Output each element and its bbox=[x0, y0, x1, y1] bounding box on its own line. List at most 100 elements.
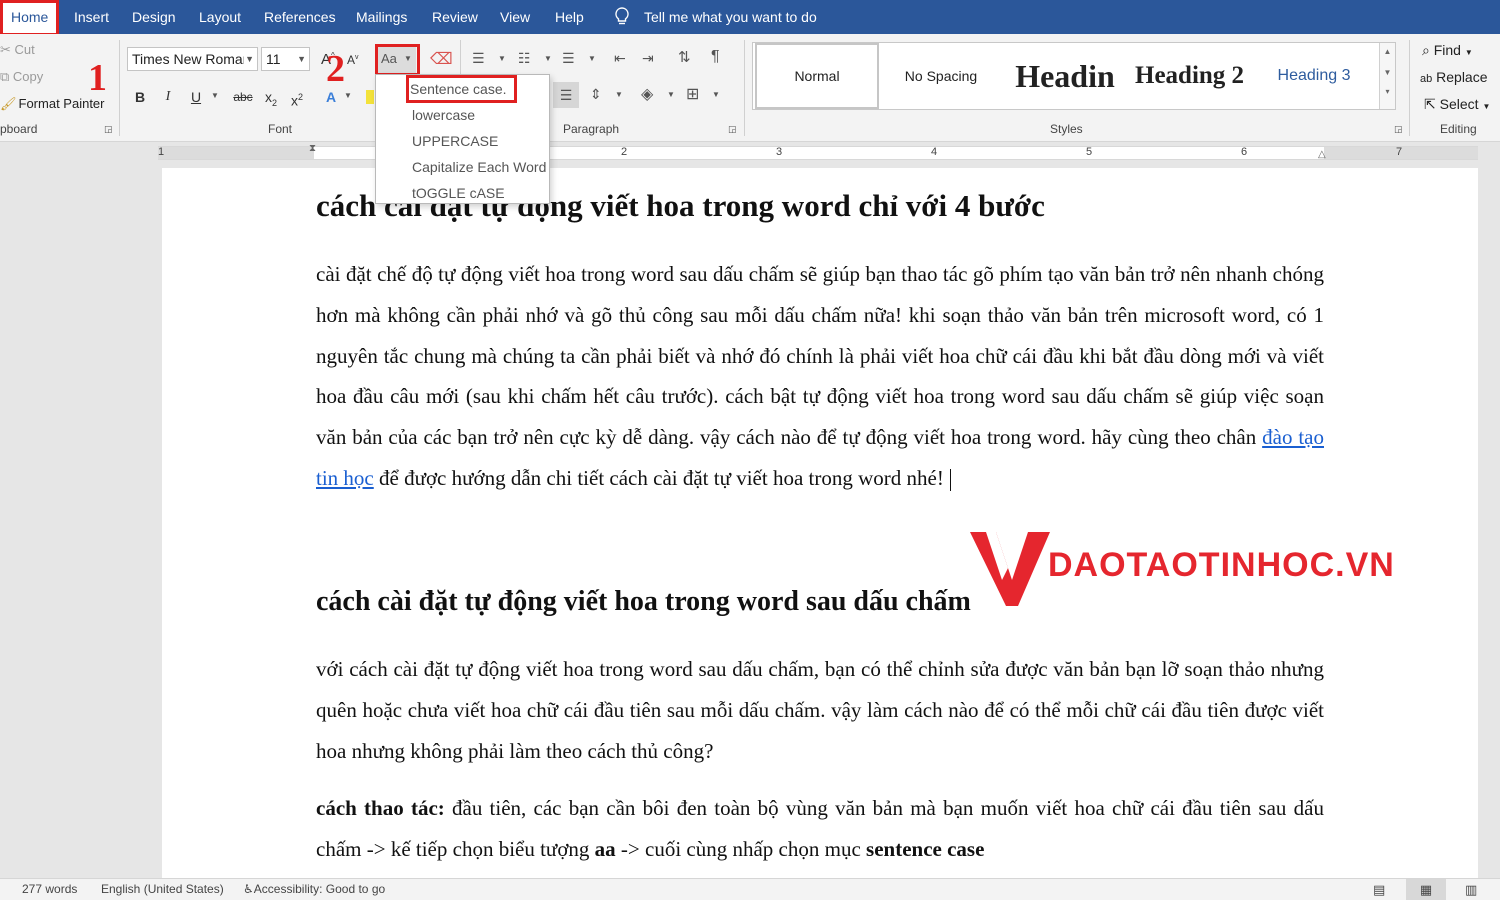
line-spacing-icon[interactable]: ⇕ bbox=[590, 86, 602, 103]
lightbulb-icon bbox=[615, 7, 629, 25]
chevron-down-icon: ▼ bbox=[1464, 48, 1473, 57]
heading-2: cách cài đặt tự động viết hoa trong word… bbox=[316, 586, 971, 617]
replace-icon: ab bbox=[1420, 73, 1433, 85]
subscript-icon[interactable]: x2 bbox=[260, 86, 282, 108]
word-count[interactable]: 277 words bbox=[22, 882, 77, 896]
menu-item-capitalize-each-word[interactable]: Capitalize Each Word bbox=[412, 159, 546, 175]
sort-icon[interactable]: ⇅ bbox=[678, 48, 691, 66]
tab-references[interactable]: References bbox=[264, 0, 336, 34]
chevron-down-icon[interactable]: ▼ bbox=[344, 91, 352, 100]
style-heading-3[interactable]: Heading 3 bbox=[1251, 43, 1377, 109]
paragraph-1: cài đặt chế độ tự động viết hoa trong wo… bbox=[316, 254, 1324, 499]
find-button[interactable]: ⌕ Find ▼ bbox=[1422, 42, 1473, 59]
divider bbox=[1409, 40, 1410, 136]
ruler-number: 4 bbox=[931, 146, 938, 158]
chevron-down-icon[interactable]: ▼ bbox=[615, 90, 623, 99]
read-mode-icon[interactable]: ▤ bbox=[1373, 882, 1385, 898]
annotation-number-1: 1 bbox=[88, 57, 107, 99]
ribbon: ✂ Cut ⧉ Copy 🖌 Format Painter pboard ◲ Ti… bbox=[0, 34, 1500, 142]
bold-text: sentence case bbox=[866, 836, 985, 861]
tab-design[interactable]: Design bbox=[132, 0, 176, 34]
borders-icon[interactable]: ⊞ bbox=[686, 84, 699, 104]
chevron-down-icon: ▼ bbox=[297, 54, 306, 64]
tab-insert[interactable]: Insert bbox=[74, 0, 109, 34]
increase-indent-icon[interactable]: ⇥ bbox=[642, 50, 654, 67]
chevron-down-icon[interactable]: ▼ bbox=[498, 54, 506, 63]
paragraph-text: -> cuối cùng nhấp chọn mục bbox=[615, 836, 867, 861]
ruler-number: 3 bbox=[776, 146, 783, 158]
font-size-value: 11 bbox=[266, 51, 281, 67]
chevron-down-icon[interactable]: ▼ bbox=[211, 91, 219, 100]
copy-button[interactable]: ⧉ Copy bbox=[0, 69, 43, 85]
font-size-combo[interactable]: 11 ▼ bbox=[261, 47, 310, 71]
web-layout-icon[interactable]: ▥ bbox=[1465, 882, 1477, 898]
copy-label: Copy bbox=[12, 69, 44, 84]
paragraph-2: với cách cài đặt tự động viết hoa trong … bbox=[316, 657, 1324, 763]
font-name-combo[interactable]: Times New Roman ▼ bbox=[127, 47, 258, 71]
menu-item-lowercase[interactable]: lowercase bbox=[412, 107, 475, 123]
tab-review[interactable]: Review bbox=[432, 0, 478, 34]
tab-view[interactable]: View bbox=[500, 0, 530, 34]
cut-button[interactable]: ✂ Cut bbox=[0, 42, 35, 58]
style-heading-2[interactable]: Heading 2 bbox=[1129, 43, 1247, 109]
status-bar: 277 words English (United States) ♿Acces… bbox=[0, 878, 1500, 900]
search-icon: ⌕ bbox=[1422, 42, 1430, 58]
accessibility-checker[interactable]: ♿Accessibility: Good to go bbox=[243, 882, 385, 896]
chevron-down-icon[interactable]: ▼ bbox=[667, 90, 675, 99]
chevron-up-icon[interactable]: ▲ bbox=[1380, 47, 1395, 56]
indent-marker-icon[interactable]: ⧗ bbox=[309, 143, 316, 154]
horizontal-ruler[interactable]: 1 1 2 3 4 5 6 7 ⧗ △ bbox=[158, 143, 1478, 160]
select-button[interactable]: ⇱ Select ▼ bbox=[1424, 96, 1490, 113]
tab-mailings[interactable]: Mailings bbox=[356, 0, 407, 34]
cut-label: Cut bbox=[14, 42, 35, 57]
divider bbox=[744, 40, 745, 136]
change-case-menu: Sentence case. lowercase UPPERCASE Capit… bbox=[375, 74, 550, 204]
strikethrough-icon[interactable]: abc bbox=[230, 86, 256, 108]
decrease-indent-icon[interactable]: ⇤ bbox=[614, 50, 626, 67]
text-cursor bbox=[949, 469, 951, 492]
paragraph-launcher-icon[interactable]: ◲ bbox=[728, 124, 737, 135]
tab-layout[interactable]: Layout bbox=[199, 0, 241, 34]
clipboard-launcher-icon[interactable]: ◲ bbox=[104, 124, 113, 135]
chevron-down-icon: ▼ bbox=[245, 54, 254, 64]
shading-icon[interactable]: ◈ bbox=[641, 84, 653, 104]
shrink-font-icon[interactable]: Av bbox=[347, 53, 359, 67]
justify-icon[interactable]: ☰ bbox=[553, 82, 579, 108]
paragraph-text: để được hướng dẫn chi tiết cách cài đặt … bbox=[373, 465, 944, 490]
multilevel-list-icon[interactable]: ☰ bbox=[562, 50, 575, 67]
style-normal[interactable]: Normal bbox=[755, 43, 879, 109]
superscript-icon[interactable]: x2 bbox=[286, 86, 308, 109]
menu-item-toggle-case[interactable]: tOGGLE cASE bbox=[412, 185, 505, 201]
pilcrow-icon[interactable]: ¶ bbox=[711, 48, 720, 66]
bold-icon[interactable]: B bbox=[129, 86, 151, 108]
editing-group-label: Editing bbox=[1440, 122, 1477, 136]
chevron-down-icon[interactable]: ▼ bbox=[712, 90, 720, 99]
gallery-scroll[interactable]: ▲ ▼ ▾ bbox=[1379, 43, 1395, 109]
styles-launcher-icon[interactable]: ◲ bbox=[1394, 124, 1403, 135]
style-heading-1[interactable]: Headin bbox=[1003, 43, 1127, 109]
styles-gallery: Normal No Spacing Headin Heading 2 Headi… bbox=[752, 42, 1396, 110]
replace-button[interactable]: ab Replace bbox=[1420, 69, 1488, 85]
tell-me-search[interactable]: Tell me what you want to do bbox=[612, 0, 817, 34]
font-name-value: Times New Roman bbox=[132, 51, 244, 67]
right-indent-marker-icon[interactable]: △ bbox=[1318, 149, 1326, 160]
chevron-down-icon[interactable]: ▼ bbox=[544, 54, 552, 63]
menu-item-uppercase[interactable]: UPPERCASE bbox=[412, 133, 498, 149]
gallery-more-icon[interactable]: ▾ bbox=[1380, 87, 1395, 96]
style-no-spacing[interactable]: No Spacing bbox=[881, 43, 1001, 109]
highlight-icon[interactable] bbox=[366, 90, 374, 104]
italic-icon[interactable]: I bbox=[157, 86, 179, 108]
accessibility-label: Accessibility: Good to go bbox=[253, 882, 386, 896]
print-layout-icon[interactable]: ▦ bbox=[1406, 879, 1446, 900]
chevron-down-icon[interactable]: ▼ bbox=[1380, 68, 1395, 77]
select-label: Select bbox=[1439, 96, 1479, 112]
chevron-down-icon[interactable]: ▼ bbox=[588, 54, 596, 63]
language-indicator[interactable]: English (United States) bbox=[101, 882, 224, 896]
clear-formatting-icon[interactable]: ⌫ bbox=[430, 49, 453, 69]
bullets-icon[interactable]: ☰ bbox=[472, 50, 485, 67]
underline-icon[interactable]: U bbox=[185, 86, 207, 108]
tab-help[interactable]: Help bbox=[555, 0, 584, 34]
annotation-number-2: 2 bbox=[326, 48, 345, 90]
tab-home[interactable]: Home bbox=[0, 0, 60, 36]
numbering-icon[interactable]: ☷ bbox=[518, 50, 531, 67]
